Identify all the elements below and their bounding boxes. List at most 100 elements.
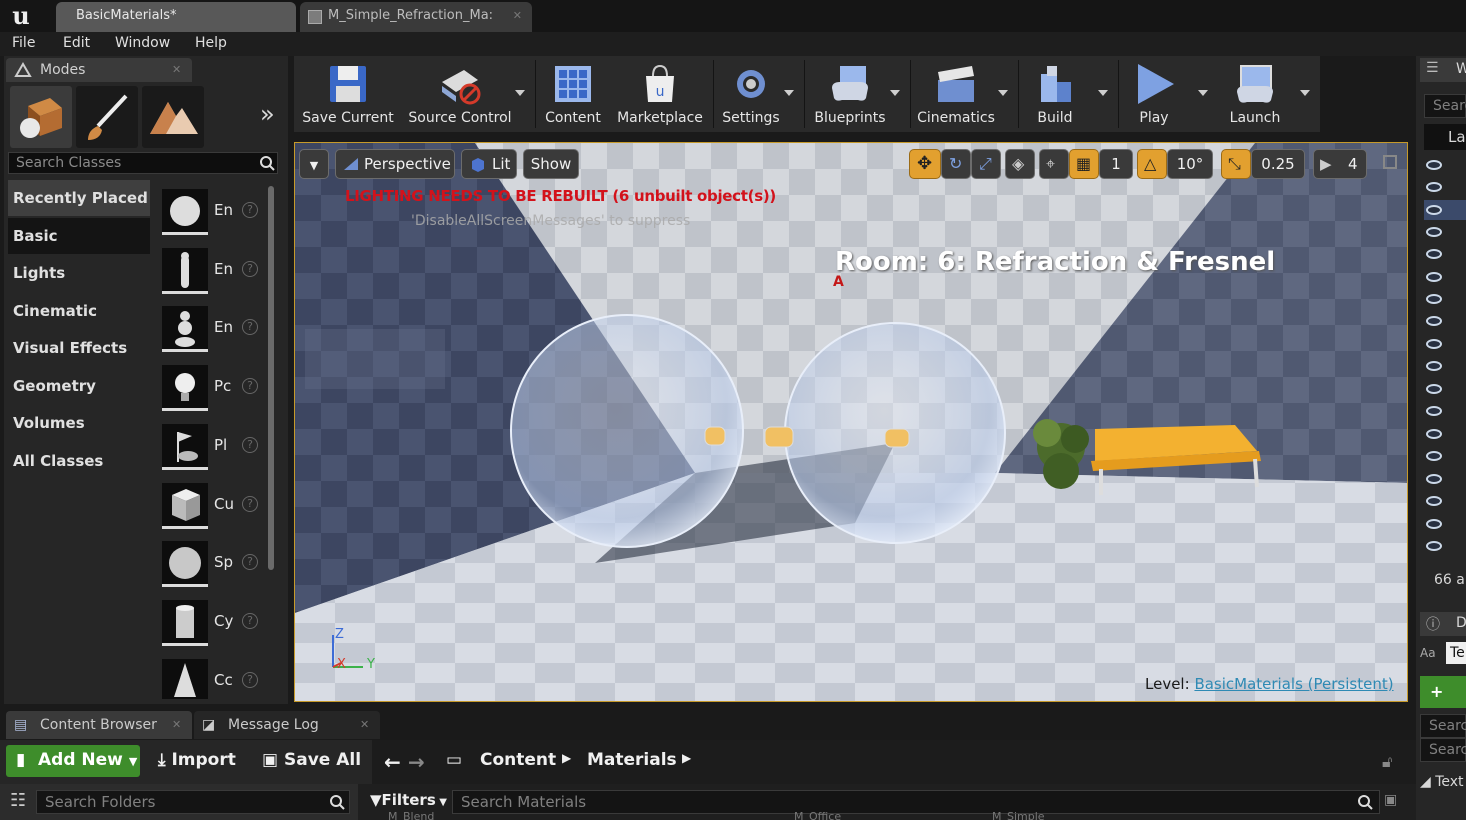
menu-edit[interactable]: Edit [63,35,90,51]
close-icon[interactable]: ✕ [360,711,369,739]
class-list-scrollbar[interactable] [268,186,274,570]
breadcrumb-content[interactable]: Content [480,750,556,770]
maximize-viewport-icon[interactable] [1383,155,1397,169]
help-icon[interactable]: ? [242,437,258,453]
class-item[interactable]: Cu? [160,481,260,535]
rotation-snap-toggle[interactable]: △ [1137,149,1167,179]
chevron-down-icon[interactable] [515,90,525,96]
chevron-down-icon[interactable] [998,90,1008,96]
back-arrow-icon[interactable]: ← [384,750,401,774]
category-basic[interactable]: Basic [8,218,150,254]
chevron-down-icon[interactable] [890,90,900,96]
filters-dropdown[interactable]: ▼Filters ▼ [370,791,447,809]
category-all-classes[interactable]: All Classes [8,443,150,479]
show-dropdown[interactable]: Show [523,149,579,179]
paint-mode-button[interactable] [76,86,138,148]
visibility-eye-icon[interactable] [1426,227,1442,237]
visibility-eye-icon[interactable] [1426,294,1442,304]
visibility-eye-icon[interactable] [1426,451,1442,461]
blueprints-button[interactable]: Blueprints [810,56,890,132]
visibility-eye-icon[interactable] [1426,205,1442,215]
chevron-right-icon[interactable]: ▶ [682,751,691,765]
help-icon[interactable]: ? [242,319,258,335]
document-tab-basicmaterials[interactable]: BasicMaterials* [56,2,296,32]
help-icon[interactable]: ? [242,672,258,688]
add-component-button[interactable]: + Ac [1420,676,1466,733]
play-button[interactable]: Play [1122,56,1186,132]
visibility-eye-icon[interactable] [1426,519,1442,529]
visibility-eye-icon[interactable] [1426,272,1442,282]
rotation-snap-value[interactable]: 10° [1167,149,1213,179]
document-tab-material[interactable]: M_Simple_Refraction_Ma: ✕ [300,2,532,32]
visibility-eye-icon[interactable] [1426,339,1442,349]
grid-snap-value[interactable]: 1 [1099,149,1133,179]
add-new-button[interactable]: ▮ Add New ▼ [6,745,140,777]
class-item[interactable]: En? [160,246,260,300]
source-control-button[interactable]: Source Control [404,56,516,132]
perspective-dropdown[interactable]: Perspective [335,149,455,179]
search-materials-input[interactable]: Search Materials [452,790,1380,814]
surface-snapping-button[interactable]: ⌖ [1039,149,1069,179]
help-icon[interactable]: ? [242,554,258,570]
category-cinematic[interactable]: Cinematic [8,293,150,329]
modes-tab[interactable]: Modes ✕ [6,58,192,82]
content-button[interactable]: Content [540,56,606,132]
text-field[interactable]: Te [1446,642,1466,664]
close-icon[interactable]: ✕ [513,2,522,30]
launch-button[interactable]: Launch [1218,56,1292,132]
coordinate-system-button[interactable]: ◈ [1005,149,1035,179]
class-item[interactable]: En? [160,187,260,241]
details-search-input-2[interactable]: Searc [1420,738,1466,762]
visibility-eye-icon[interactable] [1426,384,1442,394]
menu-help[interactable]: Help [195,35,227,51]
scale-snap-toggle[interactable]: ⤡ [1221,149,1251,179]
class-item[interactable]: Pl? [160,422,260,476]
visibility-eye-icon[interactable] [1426,406,1442,416]
world-outliner-tab[interactable]: ☰ W [1420,58,1466,82]
content-browser-tab[interactable]: ▤ Content Browser ✕ [6,711,192,739]
level-name-link[interactable]: BasicMaterials (Persistent) [1194,675,1393,693]
scale-snap-value[interactable]: 0.25 [1251,149,1305,179]
save-current-button[interactable]: Save Current [298,56,398,132]
search-classes-input[interactable]: Search Classes [8,152,278,174]
help-icon[interactable]: ? [242,202,258,218]
save-search-icon[interactable]: ▣ [1384,792,1397,808]
help-icon[interactable]: ? [242,378,258,394]
class-item[interactable]: Cc? [160,657,260,711]
landscape-mode-button[interactable] [142,86,204,148]
unreal-logo-icon[interactable]: u [4,2,38,30]
camera-speed-dropdown[interactable]: ▶ 4 [1313,149,1367,179]
level-viewport[interactable]: A ▼ Perspective Lit Show ✥ ↻ ⤢ ◈ ⌖ ▦ 1 △… [294,142,1408,702]
visibility-eye-icon[interactable] [1426,429,1442,439]
chevron-down-icon[interactable] [1300,90,1310,96]
chevron-right-icon[interactable]: ▶ [562,751,571,765]
forward-arrow-icon[interactable]: → [408,750,425,774]
chevron-down-icon[interactable] [1098,90,1108,96]
visibility-eye-icon[interactable] [1426,496,1442,506]
category-geometry[interactable]: Geometry [8,368,150,404]
details-search-input[interactable]: Searc [1420,714,1466,738]
menu-file[interactable]: File [12,35,35,51]
save-all-button[interactable]: ▣ Save All [262,750,361,770]
close-icon[interactable]: ✕ [172,58,181,82]
class-item[interactable]: Pc? [160,363,260,417]
settings-button[interactable]: Settings [718,56,784,132]
category-recently-placed[interactable]: Recently Placed [8,180,150,216]
message-log-tab[interactable]: ◪ Message Log ✕ [194,711,380,739]
translate-mode-button[interactable]: ✥ [909,149,941,179]
outliner-search-input[interactable]: Searc [1424,94,1466,118]
chevron-down-icon[interactable] [784,90,794,96]
sources-panel-icon[interactable]: ☷ [10,790,26,811]
marketplace-button[interactable]: u Marketplace [612,56,708,132]
class-item[interactable]: Sp? [160,539,260,593]
class-item[interactable]: Cy? [160,598,260,652]
lit-dropdown[interactable]: Lit [461,149,517,179]
visibility-eye-icon[interactable] [1426,474,1442,484]
visibility-eye-icon[interactable] [1426,361,1442,371]
visibility-eye-icon[interactable] [1426,160,1442,170]
grid-snap-toggle[interactable]: ▦ [1069,149,1099,179]
chevron-down-icon[interactable] [1198,90,1208,96]
scale-mode-button[interactable]: ⤢ [971,149,1001,179]
category-lights[interactable]: Lights [8,255,150,291]
close-icon[interactable]: ✕ [172,711,181,739]
